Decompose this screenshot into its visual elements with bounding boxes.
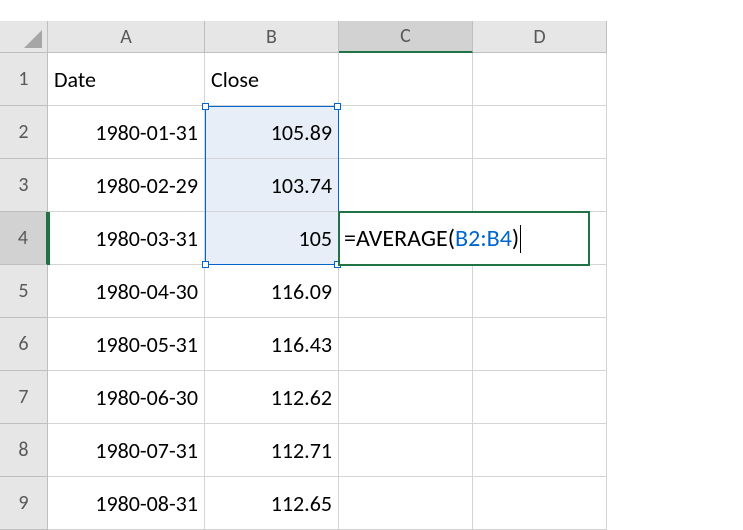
row-header-2[interactable]: 2 [0,106,48,159]
row-header-4[interactable]: 4 [0,212,48,265]
formula-suffix: ) [512,224,519,253]
cell-a2[interactable]: 1980-01-31 [48,106,205,159]
row-header-1[interactable]: 1 [0,53,48,106]
cell-a3[interactable]: 1980-02-29 [48,159,205,212]
formula-prefix: =AVERAGE( [344,224,455,253]
table-row: 1980-08-31 112.65 [48,477,607,530]
cell-b9[interactable]: 112.65 [205,477,339,530]
row-headers: 1 2 3 4 5 6 7 8 9 [0,53,48,530]
cell-a6[interactable]: 1980-05-31 [48,318,205,371]
table-row: 1980-01-31 105.89 [48,106,607,159]
table-row: 1980-06-30 112.62 [48,371,607,424]
cell-d9[interactable] [473,477,607,530]
cell-b3[interactable]: 103.74 [205,159,339,212]
cell-c2[interactable] [339,106,473,159]
column-headers: A B C D [48,21,607,53]
range-handle[interactable] [202,103,209,110]
cell-c1[interactable] [339,53,473,106]
table-row: 1980-05-31 116.43 [48,318,607,371]
cell-b1[interactable]: Close [205,53,339,106]
col-header-c[interactable]: C [339,21,473,53]
cell-c3[interactable] [339,159,473,212]
cell-b8[interactable]: 112.71 [205,424,339,477]
cell-d5[interactable] [473,265,607,318]
formula-editor[interactable]: =AVERAGE(B2:B4) [338,211,590,266]
col-header-a[interactable]: A [48,21,205,53]
table-row: 1980-07-31 112.71 [48,424,607,477]
cell-a7[interactable]: 1980-06-30 [48,371,205,424]
text-cursor [520,225,521,253]
cell-b7[interactable]: 112.62 [205,371,339,424]
cell-c6[interactable] [339,318,473,371]
select-all-corner[interactable] [0,21,48,53]
table-row: Date Close [48,53,607,106]
cell-d8[interactable] [473,424,607,477]
cell-b2[interactable]: 105.89 [205,106,339,159]
row-header-8[interactable]: 8 [0,424,48,477]
cell-b6[interactable]: 116.43 [205,318,339,371]
table-row: 1980-04-30 116.09 [48,265,607,318]
cell-c8[interactable] [339,424,473,477]
row-header-3[interactable]: 3 [0,159,48,212]
cell-d2[interactable] [473,106,607,159]
cell-d6[interactable] [473,318,607,371]
cell-a1[interactable]: Date [48,53,205,106]
row-header-7[interactable]: 7 [0,371,48,424]
cell-c9[interactable] [339,477,473,530]
row-header-6[interactable]: 6 [0,318,48,371]
col-header-d[interactable]: D [473,21,607,53]
formula-range-ref: B2:B4 [455,224,512,253]
cell-c7[interactable] [339,371,473,424]
range-handle[interactable] [334,103,341,110]
row-header-5[interactable]: 5 [0,265,48,318]
cell-a9[interactable]: 1980-08-31 [48,477,205,530]
cell-a4[interactable]: 1980-03-31 [48,212,205,265]
cell-b4[interactable]: 105 [205,212,339,265]
row-focus-marker [47,212,50,265]
cell-c5[interactable] [339,265,473,318]
range-handle[interactable] [202,261,209,268]
grid: Date Close 1980-01-31 105.89 1980-02-29 … [48,53,607,530]
cell-a5[interactable]: 1980-04-30 [48,265,205,318]
table-row: 1980-02-29 103.74 [48,159,607,212]
cell-a8[interactable]: 1980-07-31 [48,424,205,477]
row-header-9[interactable]: 9 [0,477,48,530]
cell-d7[interactable] [473,371,607,424]
col-header-b[interactable]: B [205,21,339,53]
cell-d3[interactable] [473,159,607,212]
cell-d1[interactable] [473,53,607,106]
cell-b5[interactable]: 116.09 [205,265,339,318]
